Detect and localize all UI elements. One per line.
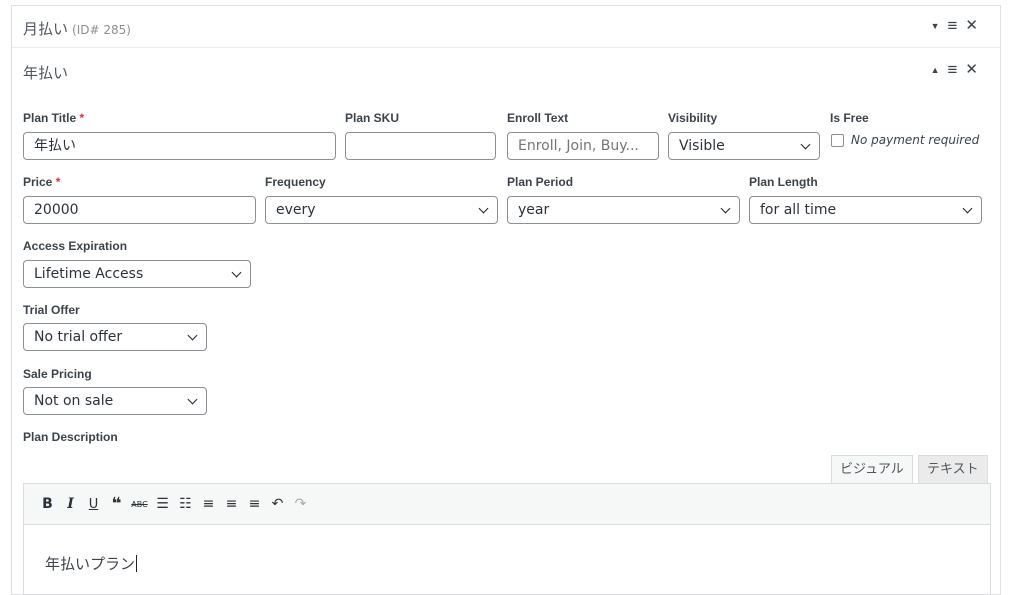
required-mark: * xyxy=(55,175,61,189)
plan-name: 月払い (ID# 285) xyxy=(23,18,131,39)
visibility-label: Visibility xyxy=(668,111,718,125)
drag-handle-icon[interactable]: ≡ xyxy=(948,61,958,78)
enroll-text-input[interactable]: Enroll, Join, Buy... xyxy=(507,132,659,160)
bold-button[interactable]: B xyxy=(36,492,59,516)
plan-description-label: Plan Description xyxy=(23,430,118,444)
visibility-select[interactable]: Visible xyxy=(668,132,820,160)
plan-sku-label: Plan SKU xyxy=(345,111,400,125)
frequency-label: Frequency xyxy=(265,175,326,189)
align-right-icon[interactable]: ≡ xyxy=(243,492,266,516)
price-input[interactable]: 20000 xyxy=(23,196,256,224)
editor-content[interactable]: 年払いプラン xyxy=(45,553,138,574)
caret-down-icon[interactable]: ▼ xyxy=(931,18,940,34)
description-editor[interactable]: 年払いプラン xyxy=(23,525,991,595)
frequency-select[interactable]: every xyxy=(265,196,498,224)
strikethrough-button[interactable]: ABC xyxy=(128,492,151,516)
trial-offer-select[interactable]: No trial offer xyxy=(23,323,207,351)
drag-handle-icon[interactable]: ≡ xyxy=(948,17,958,34)
plan-title-label: Plan Title * xyxy=(23,111,85,125)
blockquote-button[interactable]: ❝ xyxy=(105,492,128,516)
plan-actions: ▲ ≡ ✕ xyxy=(931,61,978,78)
sale-pricing-label: Sale Pricing xyxy=(23,367,92,381)
enroll-text-label: Enroll Text xyxy=(507,111,569,125)
bullet-list-icon[interactable]: ☰ xyxy=(151,492,174,516)
editor-text: 年払いプラン xyxy=(45,555,136,573)
editor-toolbar: B I U ❝ ABC ☰ ☷ ≡ ≡ ≡ ↶ ↷ xyxy=(23,483,991,525)
plan-actions: ▼ ≡ ✕ xyxy=(931,17,978,34)
is-free-label: Is Free xyxy=(830,111,869,125)
plan-name-text: 月払い xyxy=(23,20,69,38)
access-expiration-label: Access Expiration xyxy=(23,239,128,253)
plan-period-label: Plan Period xyxy=(507,175,574,189)
plan-header-monthly[interactable]: 月払い (ID# 285) ▼ ≡ ✕ xyxy=(12,6,1000,48)
price-label: Price * xyxy=(23,175,61,189)
trial-offer-label: Trial Offer xyxy=(23,303,80,317)
italic-button[interactable]: I xyxy=(59,492,82,516)
plan-header-yearly[interactable]: 年払い ▲ ≡ ✕ xyxy=(12,50,1000,92)
plan-length-label: Plan Length xyxy=(749,175,818,189)
text-caret xyxy=(136,555,138,572)
is-free-checkbox-label: No payment required xyxy=(851,133,980,147)
plan-title-input[interactable]: 年払い xyxy=(23,132,336,160)
underline-button[interactable]: U xyxy=(82,492,105,516)
tab-visual[interactable]: ビジュアル xyxy=(831,455,913,483)
tab-text[interactable]: テキスト xyxy=(918,455,988,483)
numbered-list-icon[interactable]: ☷ xyxy=(174,492,197,516)
is-free-checkbox[interactable] xyxy=(831,134,844,147)
close-icon[interactable]: ✕ xyxy=(965,62,978,78)
caret-up-icon[interactable]: ▲ xyxy=(931,62,940,78)
plan-name-text: 年払い xyxy=(23,64,69,82)
align-center-icon[interactable]: ≡ xyxy=(220,492,243,516)
undo-icon[interactable]: ↶ xyxy=(266,492,289,516)
plan-name: 年払い xyxy=(23,62,68,83)
access-expiration-select[interactable]: Lifetime Access xyxy=(23,260,251,288)
sale-pricing-select[interactable]: Not on sale xyxy=(23,387,207,415)
align-left-icon[interactable]: ≡ xyxy=(197,492,220,516)
required-mark: * xyxy=(79,111,85,125)
plan-sku-input[interactable] xyxy=(345,132,496,160)
plan-length-select[interactable]: for all time xyxy=(749,196,982,224)
plan-id: (ID# 285) xyxy=(72,23,131,37)
close-icon[interactable]: ✕ xyxy=(965,18,978,34)
plan-period-select[interactable]: year xyxy=(507,196,740,224)
redo-icon[interactable]: ↷ xyxy=(289,492,312,516)
